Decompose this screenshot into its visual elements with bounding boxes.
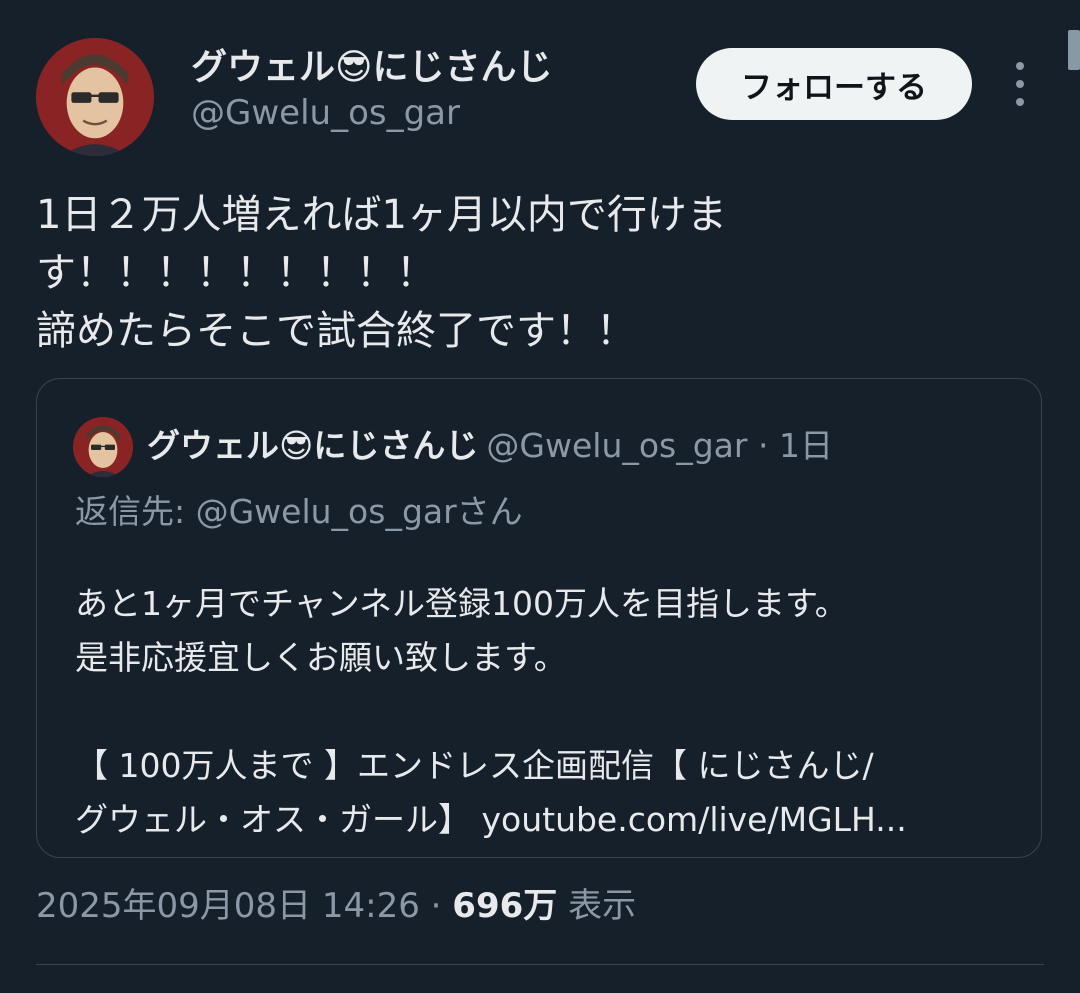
quoted-body-line: 是非応援宜しくお願い致します。 [75, 638, 567, 677]
quoted-author-avatar [73, 417, 133, 477]
avatar-image [36, 38, 154, 156]
dot [1016, 80, 1024, 88]
author-avatar[interactable] [36, 38, 154, 156]
timestamp[interactable]: 2025年09月08日 14:26 · [36, 886, 441, 926]
quoted-reply-to: 返信先: @Gwelu_os_garさん [75, 492, 523, 531]
quoted-body-line: グウェル・オス・ガール】 youtube.com/live/MGLH... [75, 800, 907, 839]
scrollbar[interactable] [1068, 30, 1080, 70]
tweet-header: グウェル😎にじさんじ @Gwelu_os_gar フォローする [36, 38, 1046, 156]
tweet-text-line: 諦めたらそこで試合終了です！！ [36, 308, 636, 354]
author-handle[interactable]: @Gwelu_os_gar [191, 90, 553, 136]
tweet-meta: 2025年09月08日 14:26 · 696万 表示 [36, 882, 636, 930]
quoted-tweet-card[interactable]: グウェル😎にじさんじ @Gwelu_os_gar · 1日 返信先: @Gwelu… [36, 378, 1042, 858]
quoted-body-line [75, 685, 1015, 739]
view-label: 表示 [568, 886, 637, 926]
dot [1016, 62, 1024, 70]
more-options-icon[interactable] [1002, 62, 1038, 106]
tweet-text: 1日２万人増えれば1ヶ月以内で行けま す！！！！！！！！！ 諦めたらそこで試合終… [36, 186, 1036, 360]
quoted-body: あと1ヶ月でチャンネル登録100万人を目指します。 是非応援宜しくお願い致します… [75, 577, 1015, 847]
follow-button[interactable]: フォローする [696, 48, 972, 120]
tweet-text-line: す！！！！！！！！！ [36, 250, 436, 296]
dot [1016, 98, 1024, 106]
view-count: 696万 [452, 886, 558, 926]
quoted-header: グウェル😎にじさんじ @Gwelu_os_gar · 1日 [147, 423, 833, 469]
tweet-text-line: 1日２万人増えれば1ヶ月以内で行けま [36, 192, 727, 238]
author-display-name[interactable]: グウェル😎にじさんじ [191, 46, 553, 90]
quoted-body-line: あと1ヶ月でチャンネル登録100万人を目指します。 [75, 584, 848, 623]
avatar-image [73, 417, 133, 477]
quoted-handle-time: @Gwelu_os_gar · 1日 [486, 426, 833, 465]
quoted-display-name: グウェル😎にじさんじ [147, 426, 479, 465]
divider [36, 964, 1044, 965]
quoted-body-line: 【 100万人まで 】エンドレス企画配信【 にじさんじ/ [75, 746, 874, 785]
author-name-block: グウェル😎にじさんじ @Gwelu_os_gar [191, 46, 553, 136]
